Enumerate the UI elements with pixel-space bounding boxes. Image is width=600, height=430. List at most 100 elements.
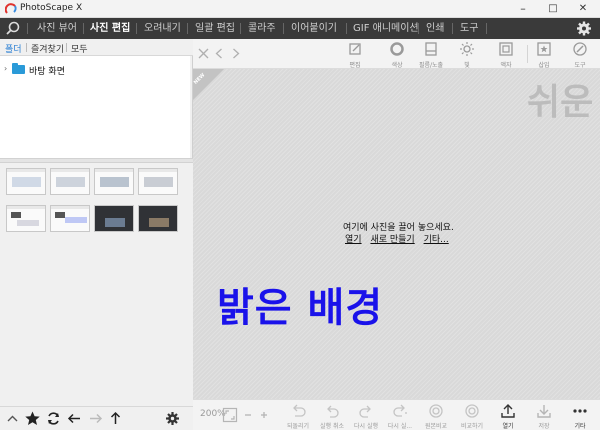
undo-icon bbox=[327, 405, 339, 418]
tree-item-label: 바탕 화면 bbox=[29, 67, 65, 77]
tab-combine[interactable]: 이어붙이기 bbox=[291, 18, 337, 39]
open-link[interactable]: 열기 bbox=[345, 235, 362, 245]
tool-light[interactable]: 빛 bbox=[450, 40, 484, 69]
thumbnail[interactable] bbox=[94, 205, 134, 232]
tab-batch-edit[interactable]: 일괄 편집 bbox=[195, 18, 235, 39]
tab-separator bbox=[486, 23, 487, 34]
tab-photo-edit[interactable]: 사진 편집 bbox=[90, 18, 130, 39]
search-icon bbox=[6, 21, 20, 35]
tool-label: 필름/노출 bbox=[418, 62, 444, 69]
tool-frame[interactable]: 액자 bbox=[489, 40, 523, 69]
tab-cut-out[interactable]: 오려내기 bbox=[144, 18, 181, 39]
overlay-caption: 밝은 배경 bbox=[217, 285, 384, 331]
thumbnail[interactable] bbox=[138, 168, 178, 195]
chevron-up-icon[interactable] bbox=[4, 410, 21, 427]
tool-label: 색상 bbox=[391, 62, 403, 69]
save-button[interactable]: 저장 bbox=[527, 401, 561, 430]
edit-icon bbox=[349, 43, 361, 55]
refresh-icon[interactable] bbox=[45, 410, 62, 427]
zoom-out-icon[interactable] bbox=[243, 410, 253, 420]
folder-tree: › 바탕 화면 bbox=[0, 56, 190, 158]
browser-subtabs: 폴더 즐겨찾기 모두 bbox=[0, 39, 193, 56]
thumbnail[interactable] bbox=[94, 168, 134, 195]
compare-button[interactable]: 비교하기 bbox=[455, 401, 489, 430]
tool-label: 빛 bbox=[464, 62, 470, 69]
undo-button[interactable]: 실행 취소 bbox=[315, 401, 349, 430]
previous-icon[interactable] bbox=[212, 46, 227, 61]
compare-label: 비교하기 bbox=[460, 423, 484, 430]
insert-icon bbox=[537, 42, 551, 56]
redo-all-button[interactable]: 다시 실... bbox=[383, 401, 417, 430]
tab-separator bbox=[136, 23, 137, 34]
open-button[interactable]: 열기 bbox=[491, 401, 525, 430]
tool-label: 삽입 bbox=[538, 62, 550, 69]
title-bar: PhotoScape X – □ ✕ bbox=[0, 0, 600, 18]
expand-arrow-icon[interactable]: › bbox=[4, 64, 7, 73]
subtab-folders[interactable]: 폴더 bbox=[5, 42, 22, 55]
tab-separator bbox=[187, 23, 188, 34]
subtab-separator bbox=[26, 43, 27, 52]
subtab-all[interactable]: 모두 bbox=[71, 42, 88, 55]
tool-tools[interactable]: 도구 bbox=[563, 40, 597, 69]
tool-label: 액자 bbox=[500, 62, 512, 69]
tab-separator bbox=[418, 23, 419, 34]
arrow-left-icon[interactable] bbox=[66, 410, 83, 427]
save-label: 저장 bbox=[538, 423, 550, 430]
subtab-favorites[interactable]: 즐겨찾기 bbox=[31, 42, 64, 55]
next-icon[interactable] bbox=[228, 46, 243, 61]
more-link[interactable]: 기타... bbox=[424, 235, 449, 245]
tab-collage[interactable]: 콜라주 bbox=[248, 18, 276, 39]
tab-separator bbox=[346, 23, 347, 34]
tool-insert[interactable]: 삽입 bbox=[527, 40, 561, 69]
thumbnail[interactable] bbox=[50, 205, 90, 232]
fit-screen-icon[interactable] bbox=[222, 407, 238, 423]
app-title: PhotoScape X bbox=[20, 3, 83, 13]
thumbnail[interactable] bbox=[6, 205, 46, 232]
close-button[interactable]: ✕ bbox=[568, 1, 598, 17]
tab-photo-viewer[interactable]: 사진 뷰어 bbox=[37, 18, 77, 39]
compare-original-button[interactable]: 원본비교 bbox=[419, 401, 453, 430]
compare-icon bbox=[429, 404, 443, 418]
tab-gif-animation[interactable]: GIF 애니메이션 bbox=[353, 18, 419, 39]
redo-button[interactable]: 다시 실행 bbox=[349, 401, 383, 430]
redo-all-icon bbox=[393, 404, 407, 417]
star-icon[interactable] bbox=[24, 410, 41, 427]
new-link[interactable]: 새로 만들기 bbox=[370, 235, 414, 245]
revert-label: 되돌리기 bbox=[286, 423, 310, 430]
editor-canvas[interactable]: NEW 쉬운 여기에 사진을 끌어 놓으세요. 열기 새로 만들기 기타... … bbox=[193, 69, 600, 399]
settings-button[interactable] bbox=[574, 19, 594, 38]
tool-label: 편집 bbox=[349, 62, 361, 69]
color-icon bbox=[390, 42, 404, 56]
arrow-up-icon[interactable] bbox=[107, 410, 124, 427]
tab-separator bbox=[240, 23, 241, 34]
tab-separator bbox=[27, 23, 28, 34]
tab-print[interactable]: 인쇄 bbox=[426, 18, 444, 39]
tab-separator bbox=[283, 23, 284, 34]
film-icon bbox=[425, 42, 437, 56]
arrow-right-icon[interactable] bbox=[87, 410, 104, 427]
left-panel: 폴더 즐겨찾기 모두 › 바탕 화면 bbox=[0, 39, 193, 430]
redo-label: 다시 실행 bbox=[354, 423, 378, 430]
minimize-button[interactable]: – bbox=[508, 1, 538, 17]
gear-icon[interactable] bbox=[164, 410, 181, 427]
close-icon[interactable] bbox=[196, 46, 211, 61]
tab-tools[interactable]: 도구 bbox=[460, 18, 478, 39]
editor-toolbar: 편집 색상 필름/노출 빛 액자 삽입 도구 bbox=[193, 39, 600, 69]
thumbnail[interactable] bbox=[50, 168, 90, 195]
tool-film[interactable]: 필름/노출 bbox=[414, 40, 448, 69]
search-button[interactable] bbox=[0, 18, 26, 39]
open-icon bbox=[501, 404, 515, 418]
more-button[interactable]: 기타 bbox=[563, 401, 597, 430]
tool-color[interactable]: 색상 bbox=[380, 40, 414, 69]
watermark-text: 쉬운 bbox=[527, 82, 594, 123]
tool-edit[interactable]: 편집 bbox=[338, 40, 372, 69]
tool-label: 도구 bbox=[574, 62, 586, 69]
zoom-in-icon[interactable] bbox=[259, 410, 269, 420]
tab-separator bbox=[452, 23, 453, 34]
thumbnail[interactable] bbox=[6, 168, 46, 195]
tools-icon bbox=[573, 42, 587, 56]
thumbnail[interactable] bbox=[138, 205, 178, 232]
revert-button[interactable]: 되돌리기 bbox=[281, 401, 315, 430]
maximize-button[interactable]: □ bbox=[538, 1, 568, 17]
gear-icon bbox=[577, 21, 591, 36]
